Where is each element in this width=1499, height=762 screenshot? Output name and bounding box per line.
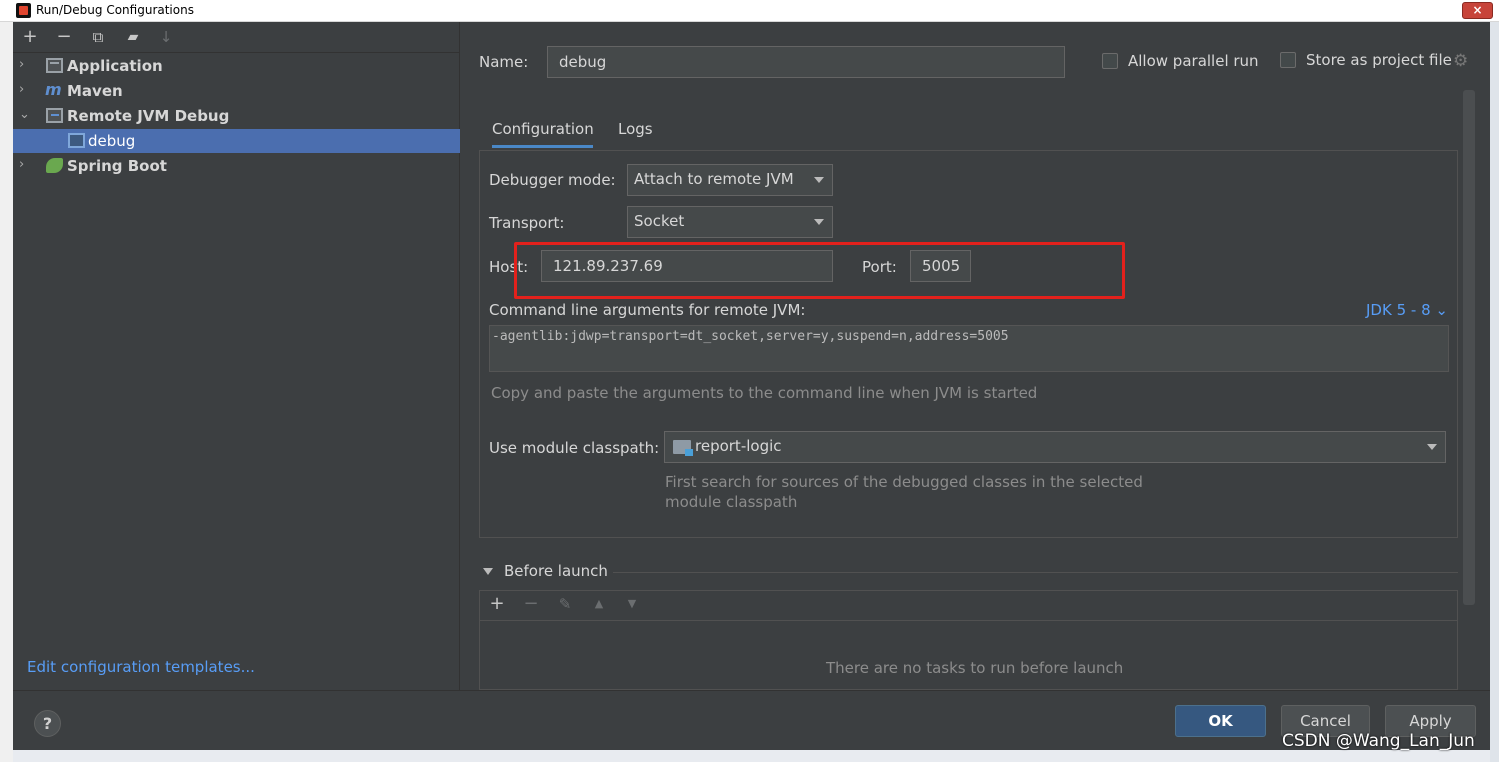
tree-item-spring-boot[interactable]: › Spring Boot bbox=[13, 154, 460, 178]
dropdown-arrow-icon bbox=[814, 177, 824, 183]
tree-item-label: Application bbox=[67, 57, 163, 75]
transport-select[interactable]: Socket bbox=[627, 206, 833, 238]
tab-configuration[interactable]: Configuration bbox=[492, 118, 594, 148]
debugger-mode-value: Attach to remote JVM bbox=[634, 170, 794, 188]
name-label: Name: bbox=[479, 53, 529, 71]
jdk-version-dropdown[interactable]: JDK 5 - 8 ⌄ bbox=[1366, 301, 1448, 319]
configuration-editor: Name: debug Allow parallel run Store as … bbox=[461, 22, 1490, 690]
tree-item-label: Remote JVM Debug bbox=[67, 107, 230, 125]
chevron-right-icon[interactable]: › bbox=[19, 55, 33, 75]
tab-logs[interactable]: Logs bbox=[618, 118, 658, 148]
no-tasks-message: There are no tasks to run before launch bbox=[826, 659, 1124, 677]
sidebar-toolbar: + − ⧉ ▰ ↓ bbox=[13, 22, 460, 53]
before-launch-toolbar: + − ✎ ▲ ▼ bbox=[480, 591, 1457, 621]
module-hint-line2: module classpath bbox=[665, 493, 798, 511]
command-line-args-label: Command line arguments for remote JVM: bbox=[489, 301, 806, 319]
gear-icon[interactable]: ⚙ bbox=[1453, 53, 1470, 70]
chevron-right-icon[interactable]: › bbox=[19, 155, 33, 175]
background-left-strip bbox=[0, 22, 13, 762]
remove-task-icon[interactable]: − bbox=[520, 594, 542, 616]
tree-item-application[interactable]: › Application bbox=[13, 54, 460, 78]
intellij-app-icon bbox=[16, 3, 31, 18]
tree-item-label: Spring Boot bbox=[67, 157, 167, 175]
module-classpath-label: Use module classpath: bbox=[489, 439, 660, 457]
host-port-highlight-box bbox=[514, 242, 1125, 299]
edit-configuration-templates-link[interactable]: Edit configuration templates... bbox=[27, 658, 255, 676]
before-launch-divider bbox=[613, 572, 1458, 573]
collapse-triangle-icon[interactable] bbox=[483, 568, 493, 575]
configuration-panel: Debugger mode: Attach to remote JVM Tran… bbox=[479, 150, 1458, 538]
tree-item-debug[interactable]: debug bbox=[13, 129, 460, 153]
move-down-icon[interactable]: ▼ bbox=[621, 594, 643, 616]
help-button[interactable]: ? bbox=[34, 710, 61, 737]
sort-configurations-icon[interactable]: ↓ bbox=[155, 27, 177, 49]
ok-button[interactable]: OK bbox=[1175, 705, 1266, 737]
command-line-args-field[interactable]: -agentlib:jdwp=transport=dt_socket,serve… bbox=[489, 325, 1449, 372]
application-icon bbox=[46, 58, 63, 73]
before-launch-title: Before launch bbox=[504, 562, 608, 580]
remote-debug-icon bbox=[46, 108, 63, 123]
store-as-project-file-label: Store as project file bbox=[1306, 51, 1452, 69]
remove-configuration-icon[interactable]: − bbox=[53, 27, 75, 49]
add-configuration-icon[interactable]: + bbox=[19, 27, 41, 49]
before-launch-tasks-panel: + − ✎ ▲ ▼ There are no tasks to run befo… bbox=[479, 590, 1458, 690]
command-line-hint: Copy and paste the arguments to the comm… bbox=[491, 384, 1038, 402]
run-debug-dialog: + − ⧉ ▰ ↓ › Application › m Maven ⌄ Remo… bbox=[13, 22, 1490, 750]
move-up-icon[interactable]: ▲ bbox=[588, 594, 610, 616]
spring-boot-icon bbox=[46, 158, 63, 173]
copy-configuration-icon[interactable]: ⧉ bbox=[87, 27, 109, 49]
module-classpath-value: report-logic bbox=[695, 437, 782, 455]
tree-item-label: debug bbox=[88, 132, 136, 150]
chevron-right-icon[interactable]: › bbox=[19, 80, 33, 100]
module-folder-icon bbox=[673, 440, 693, 456]
debugger-mode-label: Debugger mode: bbox=[489, 171, 616, 189]
edit-task-icon[interactable]: ✎ bbox=[554, 594, 576, 616]
name-input[interactable]: debug bbox=[547, 46, 1065, 78]
maven-icon: m bbox=[45, 80, 62, 99]
window-close-button[interactable]: × bbox=[1462, 2, 1493, 19]
add-task-icon[interactable]: + bbox=[486, 594, 508, 616]
allow-parallel-run-label: Allow parallel run bbox=[1128, 52, 1259, 70]
allow-parallel-run-checkbox[interactable] bbox=[1102, 53, 1118, 69]
tree-item-remote-jvm-debug[interactable]: ⌄ Remote JVM Debug bbox=[13, 104, 460, 128]
tree-item-label: Maven bbox=[67, 82, 123, 100]
dropdown-arrow-icon bbox=[814, 219, 824, 225]
window-title: Run/Debug Configurations bbox=[36, 3, 194, 17]
csdn-watermark: CSDN @Wang_Lan_Jun bbox=[1282, 731, 1475, 751]
dropdown-arrow-icon bbox=[1427, 444, 1437, 450]
remote-debug-config-icon bbox=[68, 133, 85, 148]
configurations-sidebar: + − ⧉ ▰ ↓ › Application › m Maven ⌄ Remo… bbox=[13, 22, 460, 690]
module-hint-line1: First search for sources of the debugged… bbox=[665, 473, 1143, 491]
store-as-project-file-checkbox[interactable] bbox=[1280, 52, 1296, 68]
module-classpath-select[interactable]: report-logic bbox=[664, 431, 1446, 463]
screen: Run/Debug Configurations × + − ⧉ ▰ ↓ › A… bbox=[0, 0, 1499, 762]
background-right-strip bbox=[1490, 22, 1499, 762]
chevron-down-icon[interactable]: ⌄ bbox=[19, 105, 33, 125]
transport-label: Transport: bbox=[489, 214, 565, 232]
dialog-button-bar: ? OK Cancel Apply bbox=[13, 690, 1490, 750]
transport-value: Socket bbox=[634, 212, 685, 230]
debugger-mode-select[interactable]: Attach to remote JVM bbox=[627, 164, 833, 196]
window-titlebar: Run/Debug Configurations × bbox=[0, 0, 1499, 22]
vertical-scrollbar[interactable] bbox=[1463, 90, 1475, 605]
tree-item-maven[interactable]: › m Maven bbox=[13, 79, 460, 103]
move-to-folder-icon[interactable]: ▰ bbox=[122, 27, 144, 49]
